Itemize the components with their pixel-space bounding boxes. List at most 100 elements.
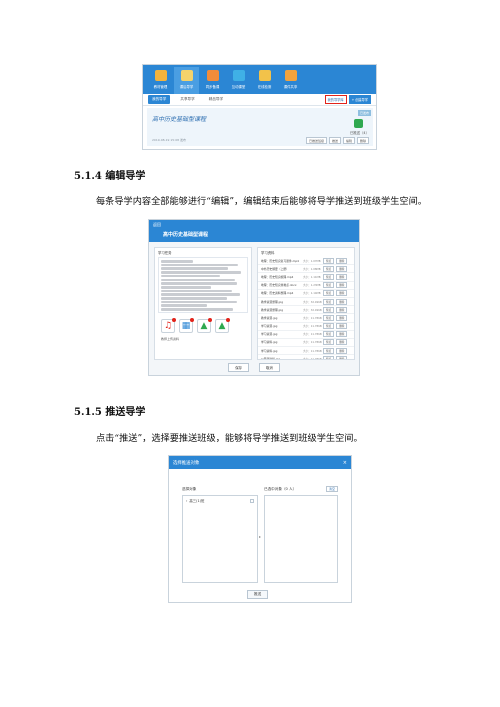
my-guide-library-button[interactable]: 我的导学库 <box>324 95 347 104</box>
text-line <box>161 274 220 278</box>
nav-item[interactable]: 在线检测 <box>252 67 277 94</box>
file-row: 教学资源整理.jpg 大小：32.49KB 预览 删除 <box>258 306 354 315</box>
music-icon[interactable]: ♫ <box>161 318 176 333</box>
class-checkbox[interactable] <box>250 498 254 503</box>
preview-button[interactable]: 预览 <box>323 306 335 313</box>
delete-file-button[interactable]: 删除 <box>336 347 348 354</box>
preview-button[interactable]: 预览 <box>323 265 335 272</box>
edit-header: 返回 高中历史基础型课程 <box>149 220 359 242</box>
guide-title[interactable]: 高中历史基础型课程 <box>152 114 206 123</box>
push-dialog-screenshot: 选择推送对象 × 选择对象 已选中对象（0 人） 清空 › 高三(1)班 ▸ 推… <box>168 455 352 603</box>
delete-file-button[interactable]: 删除 <box>336 306 348 313</box>
delete-file-button[interactable]: 删除 <box>336 290 348 297</box>
file-row: 地理：历史资料整理.mp4 大小：1.14MB 预览 删除 <box>258 290 354 298</box>
confirm-push-button[interactable]: 推送 <box>247 590 269 599</box>
dialog-header: 选择推送对象 × <box>169 456 351 469</box>
nav-item[interactable]: 课件共享 <box>278 67 303 94</box>
image-icon[interactable]: ▲ <box>197 318 212 333</box>
nav-label: 在线检测 <box>257 85 272 89</box>
preview-button[interactable]: 预览 <box>323 331 335 338</box>
video-icon[interactable]: ▦ <box>179 318 194 333</box>
remove-icon[interactable] <box>208 318 212 322</box>
dialog-title: 选择推送对象 <box>173 460 200 466</box>
file-size: 大小：11.78KB <box>303 316 322 320</box>
file-size: 大小：32.49KB <box>303 300 322 304</box>
preview-button[interactable]: 预览 <box>323 257 335 264</box>
preview-button[interactable]: 预览 <box>323 355 335 359</box>
pushed-classes-button[interactable]: 已推送班级 <box>305 137 327 144</box>
text-line <box>161 271 241 274</box>
file-row: 地理：历史知识重难点.docx 大小：1.23MB 预览 删除 <box>258 282 354 290</box>
file-name: 学习资料.jpg <box>261 340 278 345</box>
task-text-editor[interactable] <box>158 257 248 313</box>
delete-file-button[interactable]: 删除 <box>336 355 348 359</box>
nav-item[interactable]: 课后导学 <box>174 67 199 94</box>
preview-button[interactable]: 预览 <box>323 290 335 297</box>
back-button[interactable]: 返回 <box>153 222 161 228</box>
tab-my-guides[interactable]: 我的导学 <box>148 95 171 104</box>
file-name: 地理：历史知识梳理.mp4 <box>261 274 294 279</box>
learning-task-title: 学习任务 <box>158 251 172 255</box>
delete-button[interactable]: 删除 <box>356 137 369 144</box>
text-line <box>161 263 239 267</box>
save-button[interactable]: 保存 <box>228 363 249 372</box>
cancel-button[interactable]: 取消 <box>259 363 280 372</box>
nav-label: 教材管理 <box>153 85 168 89</box>
file-row: 教学资源.jpg 大小：11.78KB 预览 删除 <box>258 314 354 323</box>
preview-button[interactable]: 预览 <box>323 347 335 354</box>
delete-file-button[interactable]: 删除 <box>336 257 348 264</box>
text-line <box>161 260 193 263</box>
preview-button[interactable]: 预览 <box>323 282 335 289</box>
nav-item[interactable]: 同步备课 <box>200 67 225 94</box>
learning-task-panel: 学习任务 ♫ ▦ ▲ ▲ 教师上传资料 <box>154 247 252 360</box>
delete-file-button[interactable]: 删除 <box>336 298 348 305</box>
file-size: 大小：1.11MB <box>303 275 321 279</box>
class-item[interactable]: › 高三(1)班 <box>183 496 257 505</box>
text-line <box>161 278 235 282</box>
nav-item[interactable]: 互动课堂 <box>226 67 251 94</box>
file-name: 教学资源整理.jpg <box>261 307 283 312</box>
nav-item[interactable]: 教材管理 <box>148 67 173 94</box>
text-line <box>161 296 227 300</box>
close-icon[interactable]: × <box>343 460 347 466</box>
clear-button[interactable]: 清空 <box>326 486 339 492</box>
push-button[interactable]: 推送 <box>328 137 341 144</box>
edit-button[interactable]: 编辑 <box>342 137 355 144</box>
edit-title: 高中历史基础型课程 <box>163 232 209 238</box>
push-icon[interactable] <box>354 119 363 128</box>
delete-file-button[interactable]: 删除 <box>336 282 348 289</box>
guide-card: 已发布 高中历史基础型课程 已推送（4） 2019-08-19 15:08 发布… <box>147 108 373 146</box>
delete-file-button[interactable]: 删除 <box>336 339 348 346</box>
file-row: 学习资源.jpg 大小：11.78KB 预览 删除 <box>258 331 354 339</box>
delete-file-button[interactable]: 删除 <box>336 323 348 330</box>
guide-tabs: 我的导学 共享导学 精品导学 我的导学库 + 创建导学 <box>143 94 376 106</box>
file-size: 大小：11.78KB <box>303 325 322 329</box>
delete-file-button[interactable]: 删除 <box>336 331 348 338</box>
preview-button[interactable]: 预览 <box>323 339 335 346</box>
preview-button[interactable]: 预览 <box>323 314 335 321</box>
delete-file-button[interactable]: 删除 <box>336 265 348 272</box>
edit-footer: 保存 取消 <box>149 363 359 372</box>
file-name: 地理：历史知识复习课件.mp4 <box>261 258 299 263</box>
delete-file-button[interactable]: 删除 <box>336 273 348 280</box>
preview-button[interactable]: 预览 <box>323 323 335 330</box>
preview-button[interactable]: 预览 <box>323 298 335 305</box>
nav-label: 同步备课 <box>205 85 220 89</box>
remove-icon[interactable] <box>226 318 230 322</box>
file-name: 学习资源.jpg <box>261 324 278 329</box>
file-row: 教学资源整理.jpg 大小：32.49KB 预览 删除 <box>258 298 354 307</box>
preview-button[interactable]: 预览 <box>323 273 335 280</box>
file-list: 地理：历史知识复习课件.mp4 大小：1.07MB 预览 删除 中外历史纲要（上册） 大小… <box>258 257 354 359</box>
remove-icon[interactable] <box>172 318 176 322</box>
create-guide-button[interactable]: + 创建导学 <box>348 95 371 104</box>
remove-icon[interactable] <box>190 318 194 322</box>
delete-file-button[interactable]: 删除 <box>336 314 348 321</box>
tab-featured-guides[interactable]: 精品导学 <box>205 95 227 104</box>
select-target-label: 选择对象 <box>182 487 197 491</box>
section-heading-edit: 5.1.4 编辑导学 <box>74 171 146 182</box>
text-line <box>161 282 237 285</box>
image-icon[interactable]: ▲ <box>215 318 230 333</box>
chevron-right-icon[interactable]: › <box>186 499 187 503</box>
tab-shared-guides[interactable]: 共享导学 <box>176 95 198 104</box>
media-caption: 教师上传资料 <box>161 337 180 341</box>
